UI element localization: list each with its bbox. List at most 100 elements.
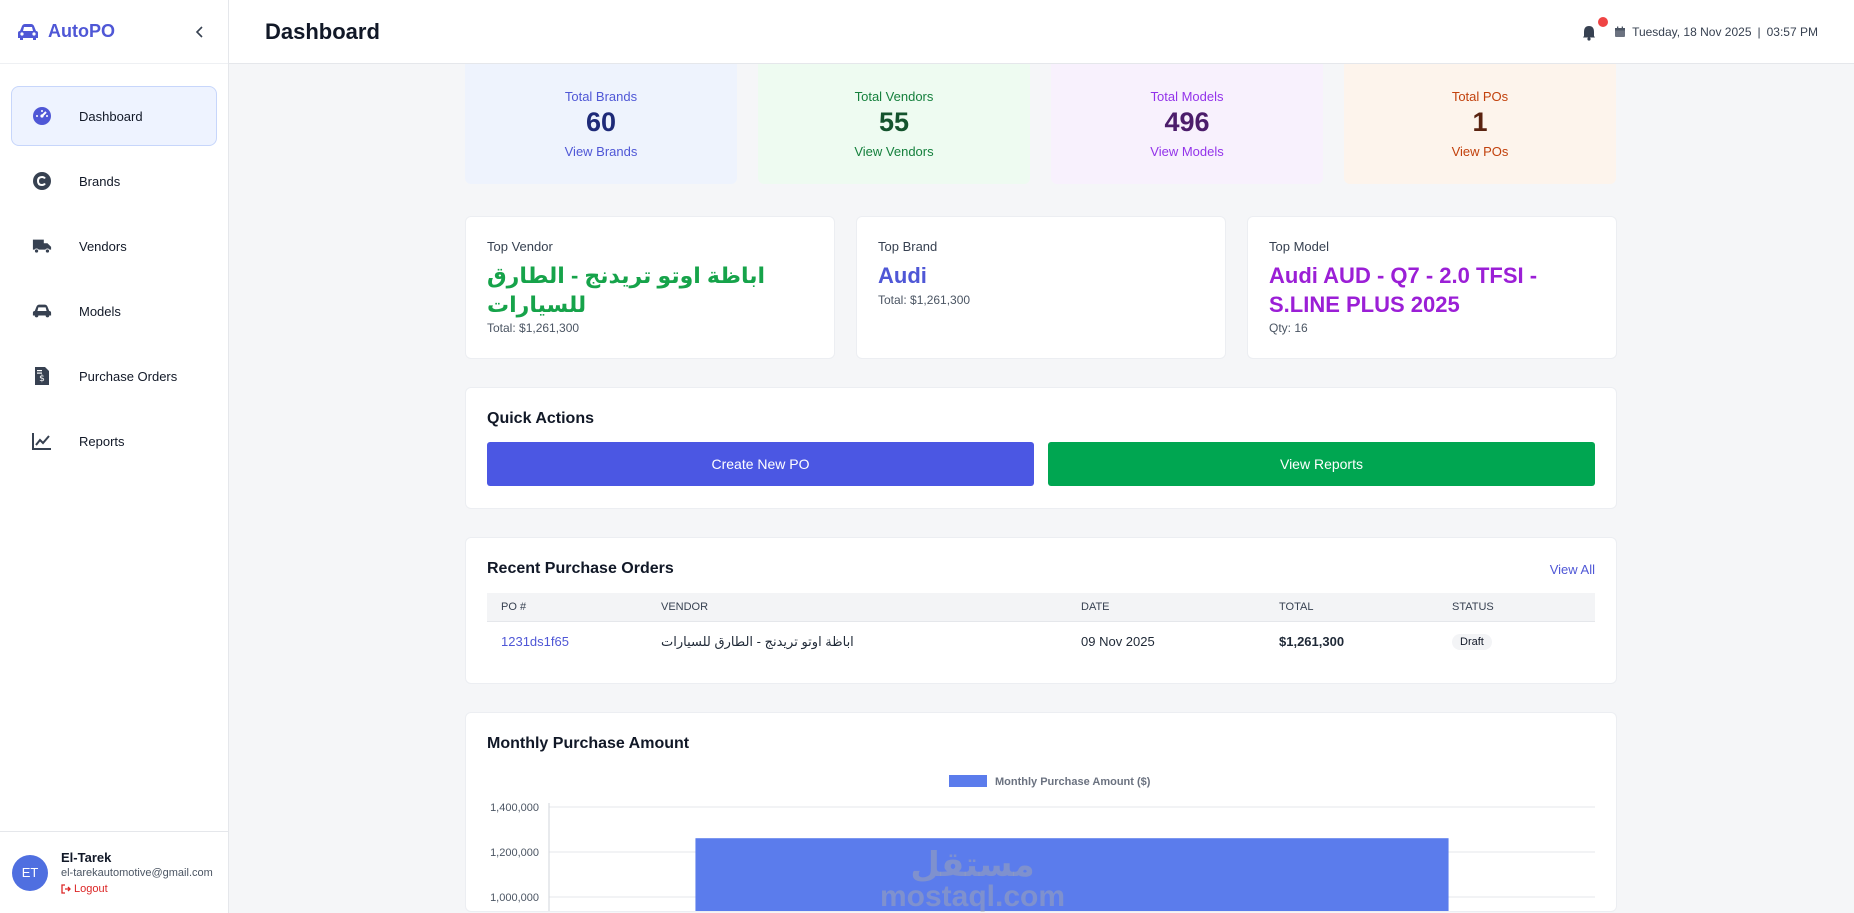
- status-badge: Draft: [1452, 634, 1492, 650]
- column-header[interactable]: PO #: [487, 593, 647, 622]
- view-vendors-link[interactable]: View Vendors: [854, 144, 933, 159]
- vendor-cell: اباظة اوتو تريدنج - الطارق للسيارات: [647, 621, 1067, 661]
- logout-icon: [61, 884, 71, 894]
- top-vendor-name: اباظة اوتو تريدنج - الطارق للسيارات: [487, 263, 766, 317]
- watermark-arabic: مستقل: [910, 846, 1035, 884]
- y-tick-label: 1,400,000: [490, 802, 539, 814]
- top-performers-row: Top Vendor اباظة اوتو تريدنج - الطارق لل…: [465, 216, 1617, 359]
- watermark-latin: mostaql.com: [880, 880, 1066, 913]
- user-profile: ET El-Tarek el-tarekautomotive@gmail.com…: [0, 831, 229, 913]
- stat-label: Total Vendors: [854, 89, 934, 104]
- copyright-icon: [32, 171, 52, 191]
- sidebar-item-dashboard[interactable]: Dashboard: [11, 86, 217, 146]
- svg-text:$: $: [39, 374, 45, 384]
- recent-orders-title: Recent Purchase Orders: [487, 560, 674, 577]
- y-tick-label: 1,200,000: [490, 847, 539, 859]
- top-label: Top Brand: [878, 239, 938, 254]
- sidebar-nav: Dashboard Brands Vendors Models $ Purcha…: [0, 64, 228, 471]
- brand-bar: AutoPO: [0, 0, 228, 64]
- legend-swatch: [949, 775, 987, 787]
- bar: [695, 838, 1449, 911]
- stat-card-brands: Total Brands 60 View Brands: [465, 64, 737, 184]
- collapse-sidebar-button[interactable]: [188, 20, 212, 44]
- quick-actions-panel: Quick Actions Create New PO View Reports: [465, 387, 1617, 509]
- top-brand-card: Top Brand Audi Total: $1,261,300: [856, 216, 1226, 359]
- stat-label: Total Models: [1150, 89, 1224, 104]
- column-header[interactable]: DATE: [1067, 593, 1265, 622]
- date-cell: 09 Nov 2025: [1067, 621, 1265, 661]
- top-brand-name: Audi: [878, 263, 927, 288]
- notification-dot: [1598, 16, 1609, 27]
- create-new-po-button[interactable]: Create New PO: [487, 442, 1034, 486]
- stat-value: 60: [585, 107, 617, 137]
- top-vendor-card: Top Vendor اباظة اوتو تريدنج - الطارق لل…: [465, 216, 835, 359]
- user-email: el-tarekautomotive@gmail.com: [61, 867, 213, 879]
- top-vendor-total: Total: $1,261,300: [487, 321, 580, 336]
- chart-title: Monthly Purchase Amount: [487, 735, 690, 752]
- car-icon: [32, 301, 52, 321]
- truck-icon: [32, 236, 52, 256]
- line-chart-icon: [32, 431, 52, 451]
- logout-button[interactable]: Logout: [61, 883, 213, 895]
- column-header[interactable]: TOTAL: [1265, 593, 1438, 622]
- gauge-icon: [32, 106, 52, 126]
- chevron-left-icon: [195, 25, 203, 38]
- stat-card-vendors: Total Vendors 55 View Vendors: [758, 64, 1030, 184]
- view-reports-button[interactable]: View Reports: [1048, 442, 1595, 486]
- view-brands-link[interactable]: View Brands: [565, 144, 638, 159]
- car-logo-icon: [18, 23, 38, 40]
- date-time-separator: |: [1757, 24, 1761, 39]
- invoice-icon: $: [32, 366, 52, 386]
- table-row[interactable]: 1231ds1f65 اباظة اوتو تريدنج - الطارق لل…: [487, 621, 1595, 661]
- column-header[interactable]: VENDOR: [647, 593, 1067, 622]
- stat-label: Total Brands: [564, 89, 638, 104]
- po-number-link[interactable]: 1231ds1f65: [501, 634, 569, 649]
- y-tick-label: 1,000,000: [490, 892, 539, 904]
- main-content: Total Brands 60 View Brands Total Vendor…: [465, 64, 1617, 912]
- page-title: Dashboard: [265, 18, 380, 44]
- top-label: Top Vendor: [487, 239, 553, 254]
- top-model-name: Audi AUD - Q7 - 2.0 TFSI - S.LINE PLUS 2…: [1269, 263, 1538, 317]
- recent-orders-panel: Recent Purchase Orders View All PO # VEN…: [465, 537, 1617, 684]
- view-models-link[interactable]: View Models: [1150, 144, 1223, 159]
- sidebar-item-reports[interactable]: Reports: [11, 411, 217, 471]
- current-time: 03:57 PM: [1766, 24, 1818, 39]
- sidebar-item-label: Vendors: [79, 238, 127, 254]
- watermark: مستقل mostaql.com: [880, 848, 1065, 912]
- app-logo[interactable]: AutoPO: [16, 21, 115, 42]
- app-name: AutoPO: [48, 21, 115, 41]
- user-name: El-Tarek: [61, 850, 112, 865]
- top-header: Dashboard Tuesday, 18 Nov 2025 | 03:57 P…: [229, 0, 1854, 64]
- current-date: Tuesday, 18 Nov 2025: [1632, 24, 1752, 39]
- view-all-link[interactable]: View All: [1550, 562, 1595, 577]
- stat-label: Total POs: [1451, 89, 1509, 104]
- stat-card-models: Total Models 496 View Models: [1051, 64, 1323, 184]
- legend-label: Monthly Purchase Amount ($): [995, 776, 1151, 788]
- sidebar-item-brands[interactable]: Brands: [11, 151, 217, 211]
- stats-row: Total Brands 60 View Brands Total Vendor…: [465, 64, 1617, 184]
- top-model-qty: Qty: 16: [1269, 321, 1308, 336]
- sidebar-item-purchase-orders[interactable]: $ Purchase Orders: [11, 346, 217, 406]
- view-pos-link[interactable]: View POs: [1452, 144, 1509, 159]
- stat-value: 1: [1472, 107, 1488, 137]
- sidebar-item-models[interactable]: Models: [11, 281, 217, 341]
- notifications-button[interactable]: [1582, 16, 1609, 41]
- stat-card-pos: Total POs 1 View POs: [1344, 64, 1616, 184]
- logout-label: Logout: [74, 883, 108, 895]
- stat-value: 55: [878, 107, 910, 137]
- stat-value: 496: [1164, 107, 1210, 137]
- sidebar-item-label: Models: [79, 303, 121, 319]
- date-time-display: Tuesday, 18 Nov 2025 | 03:57 PM: [1614, 25, 1818, 39]
- column-header[interactable]: STATUS: [1438, 593, 1595, 622]
- bell-icon: [1583, 25, 1596, 41]
- calendar-icon: [1615, 26, 1626, 37]
- total-cell: $1,261,300: [1265, 621, 1438, 661]
- sidebar-item-label: Purchase Orders: [79, 368, 178, 384]
- avatar[interactable]: ET: [12, 854, 48, 891]
- sidebar-item-label: Brands: [79, 173, 121, 189]
- quick-actions-title: Quick Actions: [487, 410, 594, 427]
- sidebar: AutoPO Dashboard Brands Vendors Models $…: [0, 0, 229, 913]
- sidebar-item-vendors[interactable]: Vendors: [11, 216, 217, 276]
- table-header-row: PO # VENDOR DATE TOTAL STATUS: [487, 593, 1595, 622]
- top-brand-total: Total: $1,261,300: [878, 292, 971, 307]
